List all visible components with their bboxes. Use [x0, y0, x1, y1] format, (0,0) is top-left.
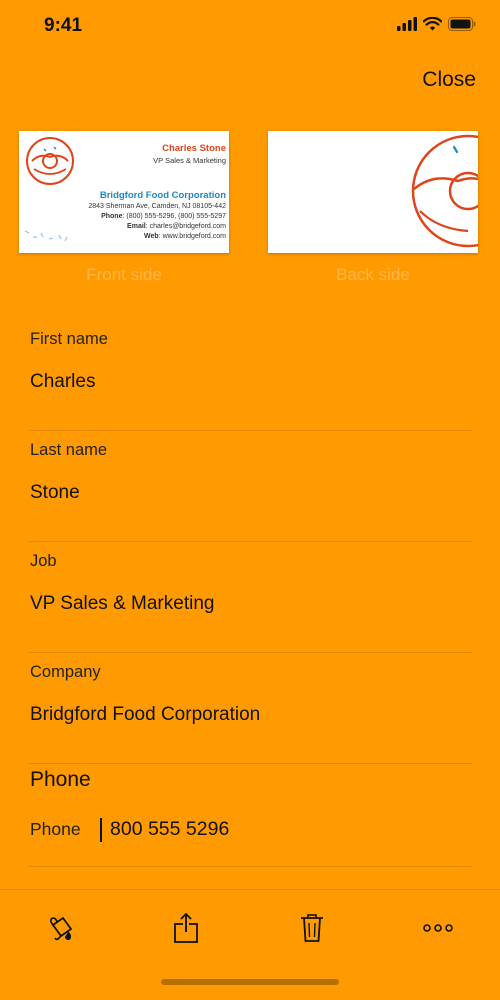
battery-icon: [448, 17, 476, 31]
field-label: Last name: [30, 441, 108, 459]
field-label: Company: [30, 663, 101, 681]
status-bar: 9:41: [0, 0, 500, 56]
app-screen: 9:41 Close Charles Stone VP Sales & Mark…: [0, 0, 500, 1000]
donut-logo-icon: [26, 137, 74, 185]
paint-bucket-button[interactable]: [43, 910, 79, 946]
paint-bucket-icon: [49, 917, 72, 941]
share-button[interactable]: [168, 910, 204, 946]
more-button[interactable]: [420, 910, 456, 946]
field-label: First name: [30, 330, 108, 348]
company-field[interactable]: Company Bridgford Food Corporation: [28, 653, 472, 764]
phone-input[interactable]: 800 555 5296: [110, 818, 229, 841]
card-web-label: Web: [144, 233, 159, 240]
status-time: 9:41: [44, 15, 83, 36]
bottom-toolbar: [0, 890, 500, 970]
back-card[interactable]: [268, 131, 478, 253]
sprinkles-icon: [24, 230, 68, 242]
card-company: Bridgford Food Corporation: [99, 190, 226, 201]
front-card[interactable]: Charles Stone VP Sales & Marketing Bridg…: [19, 131, 229, 253]
company-input[interactable]: Bridgford Food Corporation: [30, 704, 260, 726]
phone-section-title: Phone: [30, 768, 91, 791]
card-web: : www.bridgeford.com: [158, 233, 226, 240]
card-web-line: Web: www.bridgeford.com: [144, 233, 226, 240]
job-field[interactable]: Job VP Sales & Marketing: [28, 542, 472, 653]
donut-logo-large-icon: [411, 134, 478, 248]
first-name-input[interactable]: Charles: [30, 371, 95, 393]
card-address: 2843 Sherman Ave, Camden, NJ 08105-442: [88, 203, 226, 210]
contact-form: First name Charles Last name Stone Job V…: [28, 320, 472, 764]
card-email: : charles@bridgeford.com: [145, 223, 226, 230]
home-indicator[interactable]: [161, 979, 339, 985]
phone-section: Phone Phone 800 555 5296: [28, 760, 472, 867]
back-side-caption: Back side: [336, 265, 410, 284]
job-input[interactable]: VP Sales & Marketing: [30, 593, 214, 615]
signal-icon: [397, 17, 417, 31]
card-phone-label: Phone: [101, 213, 123, 220]
phone-type-label[interactable]: Phone: [30, 819, 81, 840]
card-phone-line: Phone: (800) 555-5296, (800) 555-5297: [101, 213, 226, 220]
phone-divider: [100, 818, 102, 842]
trash-icon: [301, 914, 323, 942]
more-icon: [423, 924, 453, 932]
close-button[interactable]: Close: [422, 68, 476, 92]
first-name-field[interactable]: First name Charles: [28, 320, 472, 431]
card-email-label: Email: [127, 223, 146, 230]
card-title: VP Sales & Marketing: [153, 156, 226, 165]
delete-button[interactable]: [294, 910, 330, 946]
status-icons: [397, 17, 476, 31]
last-name-input[interactable]: Stone: [30, 482, 80, 504]
card-email-line: Email: charles@bridgeford.com: [127, 223, 226, 230]
back-card-container[interactable]: Back side: [268, 131, 478, 285]
share-icon: [174, 912, 198, 943]
wifi-icon: [423, 17, 442, 31]
field-label: Job: [30, 552, 57, 570]
last-name-field[interactable]: Last name Stone: [28, 431, 472, 542]
front-side-caption: Front side: [86, 265, 162, 284]
front-card-container[interactable]: Charles Stone VP Sales & Marketing Bridg…: [19, 131, 229, 285]
card-name: Charles Stone: [162, 143, 226, 154]
card-phone: : (800) 555-5296, (800) 555-5297: [122, 213, 226, 220]
